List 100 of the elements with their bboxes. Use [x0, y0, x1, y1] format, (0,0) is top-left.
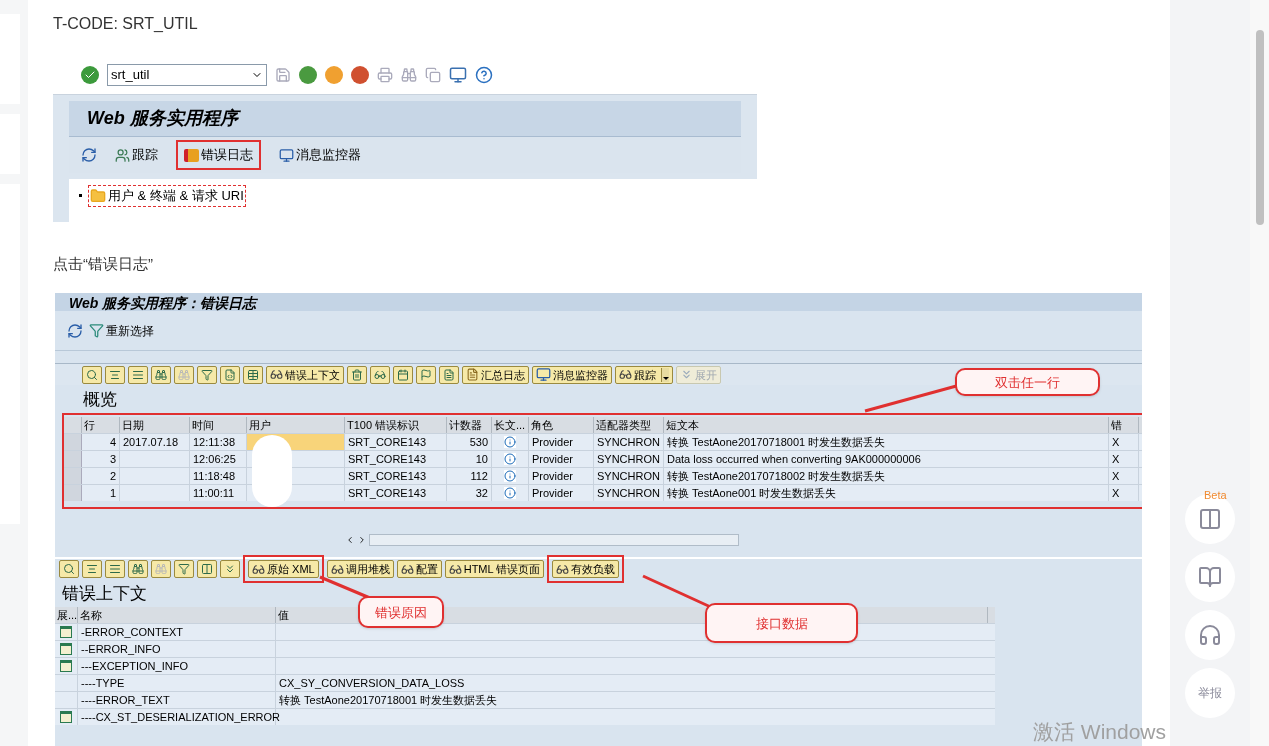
toolbar-button[interactable]: 消息监控器: [271, 140, 369, 170]
layout-button[interactable]: [197, 560, 217, 579]
sort-button[interactable]: [128, 365, 148, 384]
sort-button[interactable]: [105, 560, 125, 579]
table-cell: X: [1109, 485, 1139, 502]
glasses-icon: [252, 562, 265, 576]
find-button[interactable]: [151, 560, 171, 579]
scroll-left-icon[interactable]: [345, 535, 355, 546]
refresh-icon[interactable]: [67, 322, 83, 339]
back-icon[interactable]: [299, 65, 317, 84]
callout: 接口数据: [705, 603, 858, 644]
table-cell: SRT_CORE143: [345, 485, 447, 502]
toolbar-button[interactable]: 重新选择: [89, 321, 154, 340]
filter-icon: [178, 563, 190, 576]
magnifier-icon: [86, 368, 98, 381]
table-cell-text: 转换 TestAone20170718001 时发生数据丢失: [278, 693, 499, 709]
scrollbar-thumb[interactable]: [1255, 30, 1264, 225]
find-button[interactable]: [128, 560, 148, 579]
toolbar-button[interactable]: 有效负载: [552, 560, 620, 579]
calendar-icon: [397, 368, 409, 381]
scrollbar[interactable]: [369, 534, 739, 547]
find-button[interactable]: [174, 365, 194, 384]
lines-icon: [109, 563, 121, 576]
table-cell: 1: [82, 485, 120, 502]
layout-button[interactable]: [243, 365, 263, 384]
trash-icon: [351, 368, 363, 381]
check-icon[interactable]: [81, 65, 99, 84]
export-button[interactable]: [220, 365, 240, 384]
xml-button[interactable]: [439, 365, 459, 384]
help-icon[interactable]: [475, 65, 493, 84]
command-field[interactable]: srt_util: [107, 63, 267, 86]
toolbar-button[interactable]: 原始 XML: [248, 560, 319, 579]
info-icon[interactable]: [504, 487, 516, 500]
binoculars-icon: [155, 368, 167, 381]
pages-icon[interactable]: [425, 66, 441, 83]
filter-button[interactable]: [174, 560, 194, 579]
flag-icon: [420, 368, 432, 381]
node-icon[interactable]: [60, 711, 72, 724]
toolbar-button[interactable]: HTML 错误页面: [444, 560, 545, 579]
expand-button[interactable]: [220, 560, 240, 579]
find-button[interactable]: [151, 365, 171, 384]
section-title: 概览: [83, 388, 117, 411]
view-button[interactable]: [370, 365, 390, 384]
toolbar-button[interactable]: 跟踪: [107, 140, 166, 170]
table-cell: Provider: [529, 485, 594, 502]
glasses-icon: [556, 562, 570, 576]
flag-button[interactable]: [416, 365, 436, 384]
document-icon: [224, 368, 236, 381]
activation-notice: 激活 Windows: [1033, 719, 1167, 745]
table-icon: [247, 368, 259, 381]
toolbar-button[interactable]: 汇总日志: [462, 365, 529, 384]
zoom-button[interactable]: [59, 560, 79, 579]
node-icon[interactable]: [60, 660, 72, 673]
scroll-warning-icon: [184, 148, 199, 162]
toolbar-button[interactable]: 配置: [396, 560, 442, 579]
headset-icon: [1198, 623, 1222, 647]
calendar-button[interactable]: [393, 365, 413, 384]
cancel-icon[interactable]: [351, 65, 369, 84]
section-title: 错误上下文: [62, 582, 147, 605]
lines-icon: [86, 563, 98, 576]
sidebar-button[interactable]: [1185, 610, 1235, 660]
filter-button[interactable]: [197, 365, 217, 384]
document-icon: [443, 368, 455, 381]
toolbar-button[interactable]: 调用堆栈: [326, 560, 394, 579]
up-icon[interactable]: [325, 65, 343, 84]
binoculars-icon: [178, 368, 190, 381]
sort-button[interactable]: [82, 560, 102, 579]
sidebar-button[interactable]: [1185, 552, 1235, 602]
toolbar-button[interactable]: 错误上下文: [266, 365, 344, 384]
instruction-text: 点击“错误日志”: [53, 254, 154, 274]
table-cell: 32: [447, 485, 492, 502]
sort-button[interactable]: [105, 365, 125, 384]
delete-button[interactable]: [347, 365, 367, 384]
zoom-button[interactable]: [82, 365, 102, 384]
glasses-icon: [619, 368, 632, 382]
printer-icon[interactable]: [377, 66, 393, 83]
info-icon[interactable]: [504, 453, 516, 466]
dropdown-icon[interactable]: [661, 367, 669, 382]
node-icon[interactable]: [60, 626, 72, 639]
people-icon: [115, 147, 130, 163]
info-icon[interactable]: [504, 470, 516, 483]
tree-item[interactable]: 用户 & 终端 & 请求 URI: [88, 185, 246, 207]
glasses-icon: [374, 368, 386, 381]
scroll-right-icon[interactable]: [357, 535, 367, 546]
info-icon[interactable]: [504, 436, 516, 449]
window-icon[interactable]: [449, 65, 467, 84]
toolbar-button[interactable]: 错误日志: [176, 140, 261, 170]
lines-icon: [132, 368, 144, 381]
document-icon: [466, 368, 479, 382]
monitor-icon: [279, 147, 294, 163]
window-title: Web 服务实用程序：错误日志: [69, 295, 257, 312]
toolbar-button[interactable]: 消息监控器: [532, 365, 612, 384]
refresh-icon[interactable]: [81, 147, 97, 163]
table-cell: SYNCHRON: [594, 485, 664, 502]
report-button[interactable]: 举报: [1185, 668, 1235, 718]
toolbar-button[interactable]: 跟踪: [615, 365, 673, 384]
node-icon[interactable]: [60, 643, 72, 656]
glasses-icon: [400, 562, 414, 576]
binoculars-icon[interactable]: [401, 66, 417, 83]
save-icon[interactable]: [275, 66, 291, 83]
